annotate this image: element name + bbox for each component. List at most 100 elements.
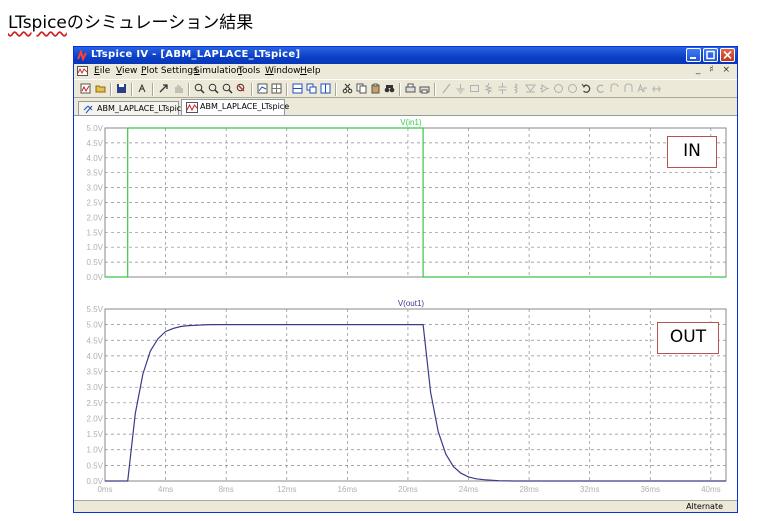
x-tick-label: 12ms [277,485,297,494]
tab-strip: ABM_LAPLACE_LTspice ABM_LAPLACE_LTspice [74,99,737,115]
new-schematic-icon[interactable] [80,83,91,94]
slide-title-latin: LTspice [8,13,67,33]
status-bar: Alternate [74,500,737,512]
grid-icon[interactable] [271,83,282,94]
ltspice-window: LTspice IV - [ABM_LAPLACE_LTspice] Eile … [73,46,738,513]
drag-hand-icon [568,84,577,93]
x-tick-label: 4ms [158,485,173,494]
tab-waveform[interactable]: ABM_LAPLACE_LTspice [181,99,289,115]
pane-in: 5.0V 4.5V 4.0V 3.5V 3.0V 2.5V 2.0V 1.5V 1.0V 0.5V… [87,118,727,282]
y-tick-label: 2.5V [87,399,104,408]
y-tick-label: 2.0V [87,213,104,222]
y-tick-label: 4.0V [87,352,104,361]
redo-icon [596,84,604,93]
y-tick-label: 3.0V [87,184,104,193]
menu-simulation[interactable]: Simulation [194,66,242,76]
waveform-plot[interactable]: 5.0V 4.5V 4.0V 3.5V 3.0V 2.5V 2.0V 1.5V 1.0V 0.5V… [74,116,737,501]
print-setup-icon[interactable] [405,83,416,94]
zoom-cancel-icon[interactable] [236,83,247,94]
x-tick-label: 16ms [338,485,358,494]
diode-icon [525,84,536,93]
x-tick-label: 20ms [398,485,418,494]
window-title: LTspice IV - [ABM_LAPLACE_LTspice] [91,49,301,60]
close-icon [723,50,732,60]
tile-horizontal-icon[interactable] [292,83,303,94]
pane-out: 5.5V 5.0V 4.5V 4.0V 3.5V 3.0V 2.5V 2.0V 1.5V 1.0V… [87,299,727,494]
tab-waveform-label: ABM_LAPLACE_LTspice [200,102,290,111]
toolbar [74,79,737,98]
trace-label-in: V(in1) [400,118,422,127]
cut-icon[interactable] [342,83,353,94]
x-tick-label: 28ms [519,485,539,494]
slide-title: LTspiceのシミュレーション結果 [8,8,253,33]
spice-directive-icon [652,86,661,92]
capacitor-icon [498,83,507,94]
cascade-icon[interactable] [306,83,317,94]
x-tick-label: 0ms [97,485,112,494]
text-icon [637,83,647,93]
y-tick-label: 4.5V [87,336,104,345]
y-tick-label: 0.5V [87,461,104,470]
tab-schematic-label: ABM_LAPLACE_LTspice [97,104,187,113]
tile-vertical-icon[interactable] [320,83,331,94]
y-tick-label: 4.0V [87,154,104,163]
y-tick-label: 5.5V [87,305,104,314]
title-bar[interactable]: LTspice IV - [ABM_LAPLACE_LTspice] [74,47,737,64]
pan-icon[interactable] [208,83,219,94]
y-tick-label: 4.5V [87,139,104,148]
y-tick-label: 1.0V [87,243,104,252]
menu-window[interactable]: Window [265,66,301,76]
y-tick-label: 3.5V [87,169,104,178]
halt-hand-icon[interactable] [173,83,184,94]
minimize-button[interactable] [686,48,701,62]
print-icon[interactable] [419,83,430,94]
autorange-icon[interactable] [257,83,268,94]
ltspice-app-icon [77,50,87,61]
waveform-plot-area[interactable]: 5.0V 4.5V 4.0V 3.5V 3.0V 2.5V 2.0V 1.5V 1.0V 0.5V… [74,115,737,501]
find-binoculars-icon[interactable] [384,83,395,94]
waveform-doc-icon [77,66,88,76]
menu-plot-settings[interactable]: Plot Settings [141,66,198,76]
x-tick-label: 40ms [701,485,721,494]
move-hand-icon [554,84,563,93]
menu-file[interactable]: Eile [94,66,110,76]
y-tick-label: 5.0V [87,124,104,133]
in-label-box: IN [667,136,717,168]
copy-icon[interactable] [356,83,367,94]
zoom-out-icon[interactable] [222,83,233,94]
y-tick-label: 3.5V [87,368,104,377]
x-tick-label: 32ms [580,485,600,494]
y-tick-label: 5.0V [87,321,104,330]
menu-tools[interactable]: Tools [238,66,260,76]
tab-schematic[interactable]: ABM_LAPLACE_LTspice [78,101,186,115]
y-tick-label: 2.0V [87,414,104,423]
zoom-in-icon[interactable] [194,83,205,94]
maximize-icon [706,50,715,60]
menu-help[interactable]: Help [300,66,321,76]
ground-icon [456,84,465,94]
y-tick-label: 0.5V [87,258,104,267]
control-panel-icon[interactable] [137,83,148,94]
status-mode: Alternate [686,502,723,511]
x-tick-label: 8ms [219,485,234,494]
x-tick-label: 36ms [640,485,660,494]
mdi-window-controls[interactable]: _ ♯ × [696,65,733,75]
y-tick-label: 2.5V [87,199,104,208]
paste-icon[interactable] [370,83,381,94]
close-button[interactable] [720,48,735,62]
inductor-icon [513,83,518,94]
open-folder-icon[interactable] [95,83,106,94]
label-net-icon [470,85,479,92]
y-tick-label: 1.5V [87,430,104,439]
run-icon[interactable] [158,83,169,94]
schematic-tab-icon [83,105,93,114]
maximize-button[interactable] [703,48,718,62]
y-tick-label: 3.0V [87,383,104,392]
menu-view[interactable]: View [116,66,137,76]
undo-icon[interactable] [581,83,592,94]
plot-pane-out [104,308,727,482]
minimize-icon [690,57,696,59]
save-icon[interactable] [116,83,127,94]
y-tick-label: 1.5V [87,228,104,237]
plot-pane-in [104,127,727,278]
